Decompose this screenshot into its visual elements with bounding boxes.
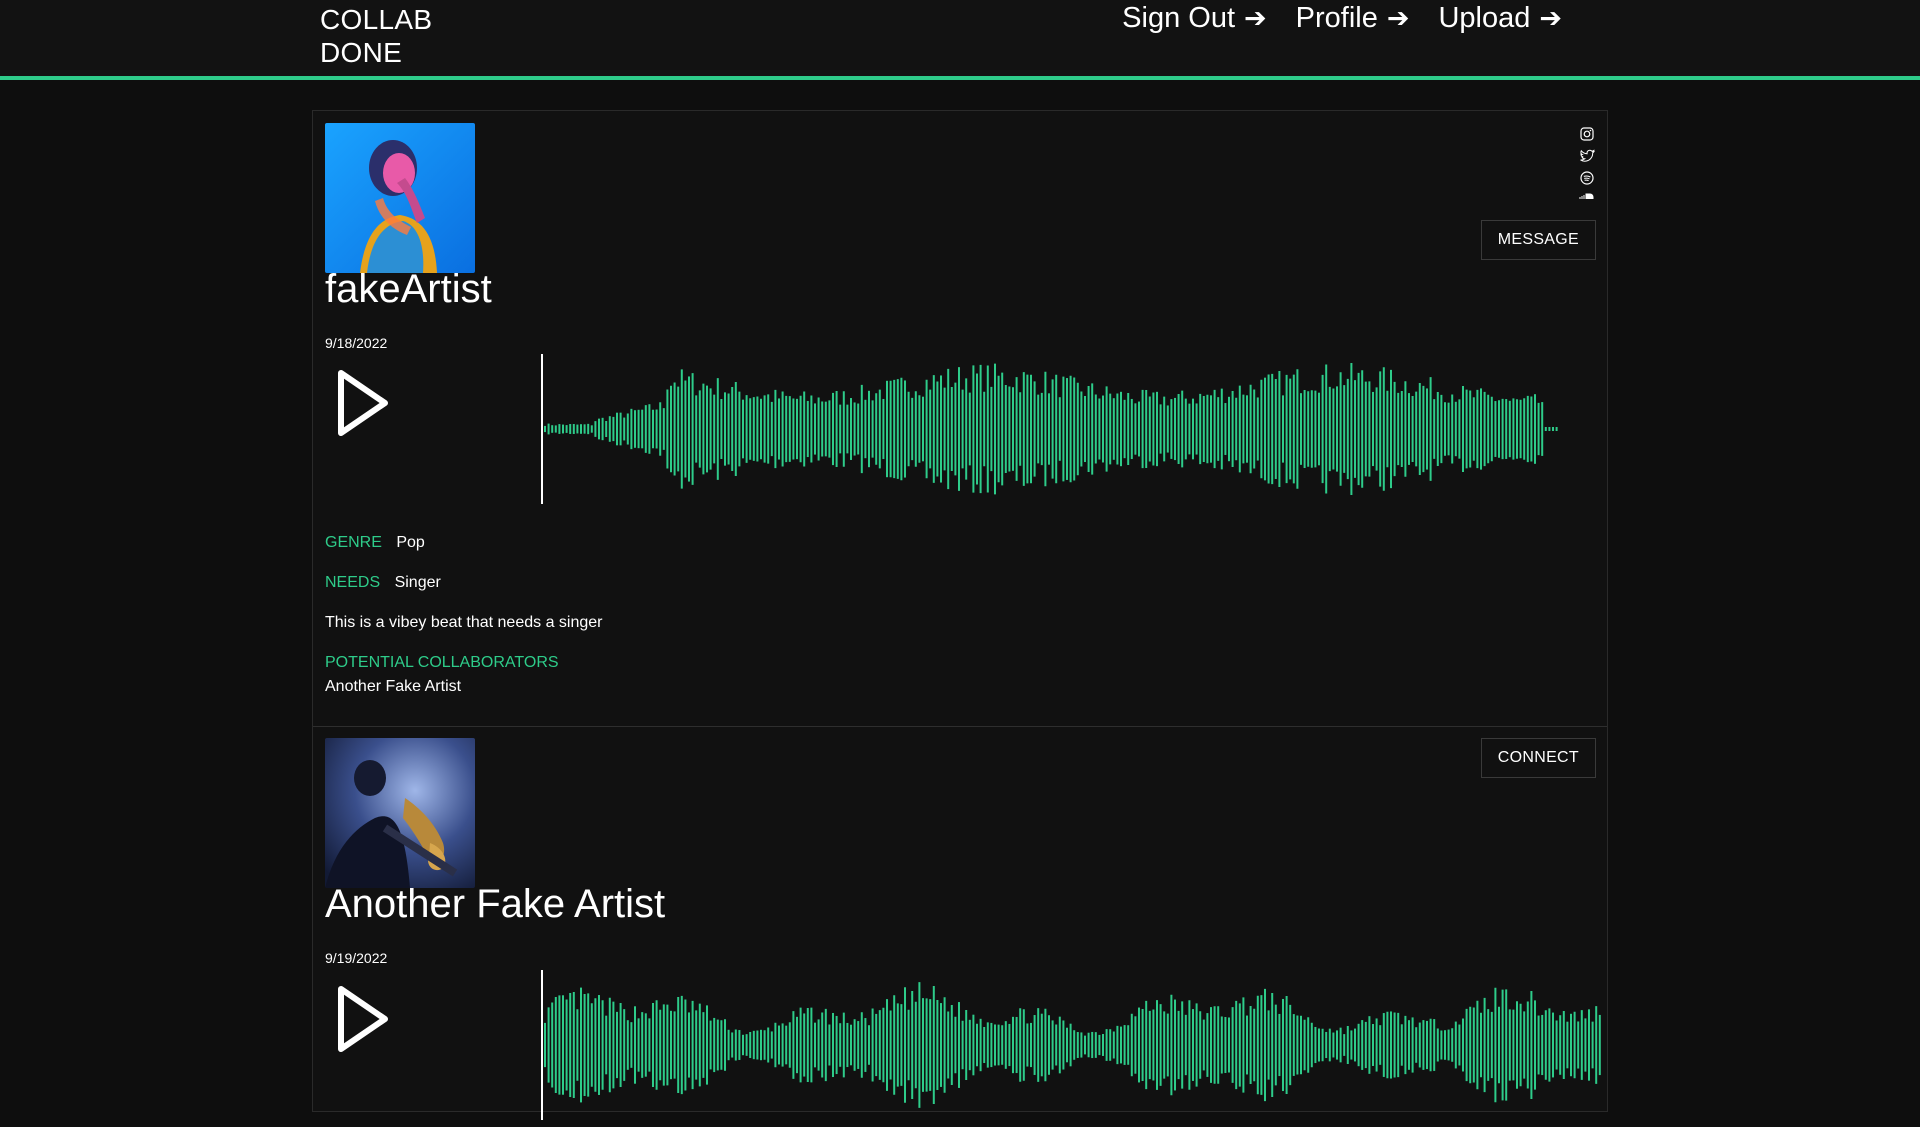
- profile-label: Profile: [1295, 2, 1378, 34]
- brand-logo[interactable]: COLLAB DONE: [320, 3, 432, 69]
- post-card: MESSAGE fakeArtist 9/18/2022 GENRE Pop N…: [313, 111, 1607, 727]
- upload-link[interactable]: Upload ➔: [1438, 2, 1562, 35]
- sign-out-link[interactable]: Sign Out ➔: [1122, 2, 1266, 35]
- soundcloud-icon[interactable]: [1579, 193, 1595, 199]
- genre-label: GENRE: [325, 534, 382, 551]
- genre-value: Pop: [396, 534, 425, 551]
- collaborators-heading: POTENTIAL COLLABORATORS: [325, 654, 559, 671]
- artist-avatar[interactable]: [325, 123, 475, 273]
- post-date: 9/18/2022: [325, 335, 388, 351]
- profile-link[interactable]: Profile ➔: [1296, 2, 1410, 35]
- instagram-icon[interactable]: [1580, 127, 1594, 141]
- social-links: [1579, 127, 1595, 199]
- collab-feed: MESSAGE fakeArtist 9/18/2022 GENRE Pop N…: [312, 110, 1608, 1120]
- needs-value: Singer: [394, 574, 441, 591]
- genre-row: GENRE Pop: [325, 534, 425, 552]
- brand-line-1: COLLAB: [320, 4, 433, 35]
- artist-name[interactable]: Another Fake Artist: [325, 882, 665, 927]
- twitter-icon[interactable]: [1579, 149, 1595, 163]
- needs-label: NEEDS: [325, 574, 381, 591]
- post-date: 9/19/2022: [325, 950, 388, 966]
- spotify-icon[interactable]: [1580, 171, 1594, 185]
- arrow-right-icon: ➔: [1386, 3, 1410, 33]
- message-button[interactable]: MESSAGE: [1480, 220, 1596, 260]
- play-button[interactable]: [333, 983, 393, 1053]
- audio-waveform[interactable]: [543, 970, 1603, 1120]
- artist-name[interactable]: fakeArtist: [325, 267, 492, 312]
- connect-button[interactable]: CONNECT: [1480, 738, 1596, 778]
- audio-waveform[interactable]: [543, 354, 1573, 504]
- sign-out-label: Sign Out: [1122, 2, 1236, 34]
- needs-row: NEEDS Singer: [325, 574, 441, 592]
- arrow-right-icon: ➔: [1539, 3, 1562, 33]
- play-icon: [338, 986, 388, 1052]
- brand-line-2: DONE: [320, 37, 403, 68]
- play-icon: [338, 370, 388, 436]
- nav-links: Sign Out ➔ Profile ➔ Upload ➔: [1122, 2, 1562, 35]
- play-button[interactable]: [333, 367, 393, 437]
- arrow-right-icon: ➔: [1244, 3, 1267, 33]
- artist-avatar[interactable]: [325, 738, 475, 888]
- post-card: CONNECT Another Fake Artist 9/19/2022: [313, 727, 1607, 1127]
- upload-label: Upload: [1438, 2, 1531, 34]
- post-description: This is a vibey beat that needs a singer: [325, 614, 603, 631]
- collaborator-name[interactable]: Another Fake Artist: [325, 678, 461, 696]
- top-nav-bar: COLLAB DONE Sign Out ➔ Profile ➔ Upload …: [0, 0, 1920, 80]
